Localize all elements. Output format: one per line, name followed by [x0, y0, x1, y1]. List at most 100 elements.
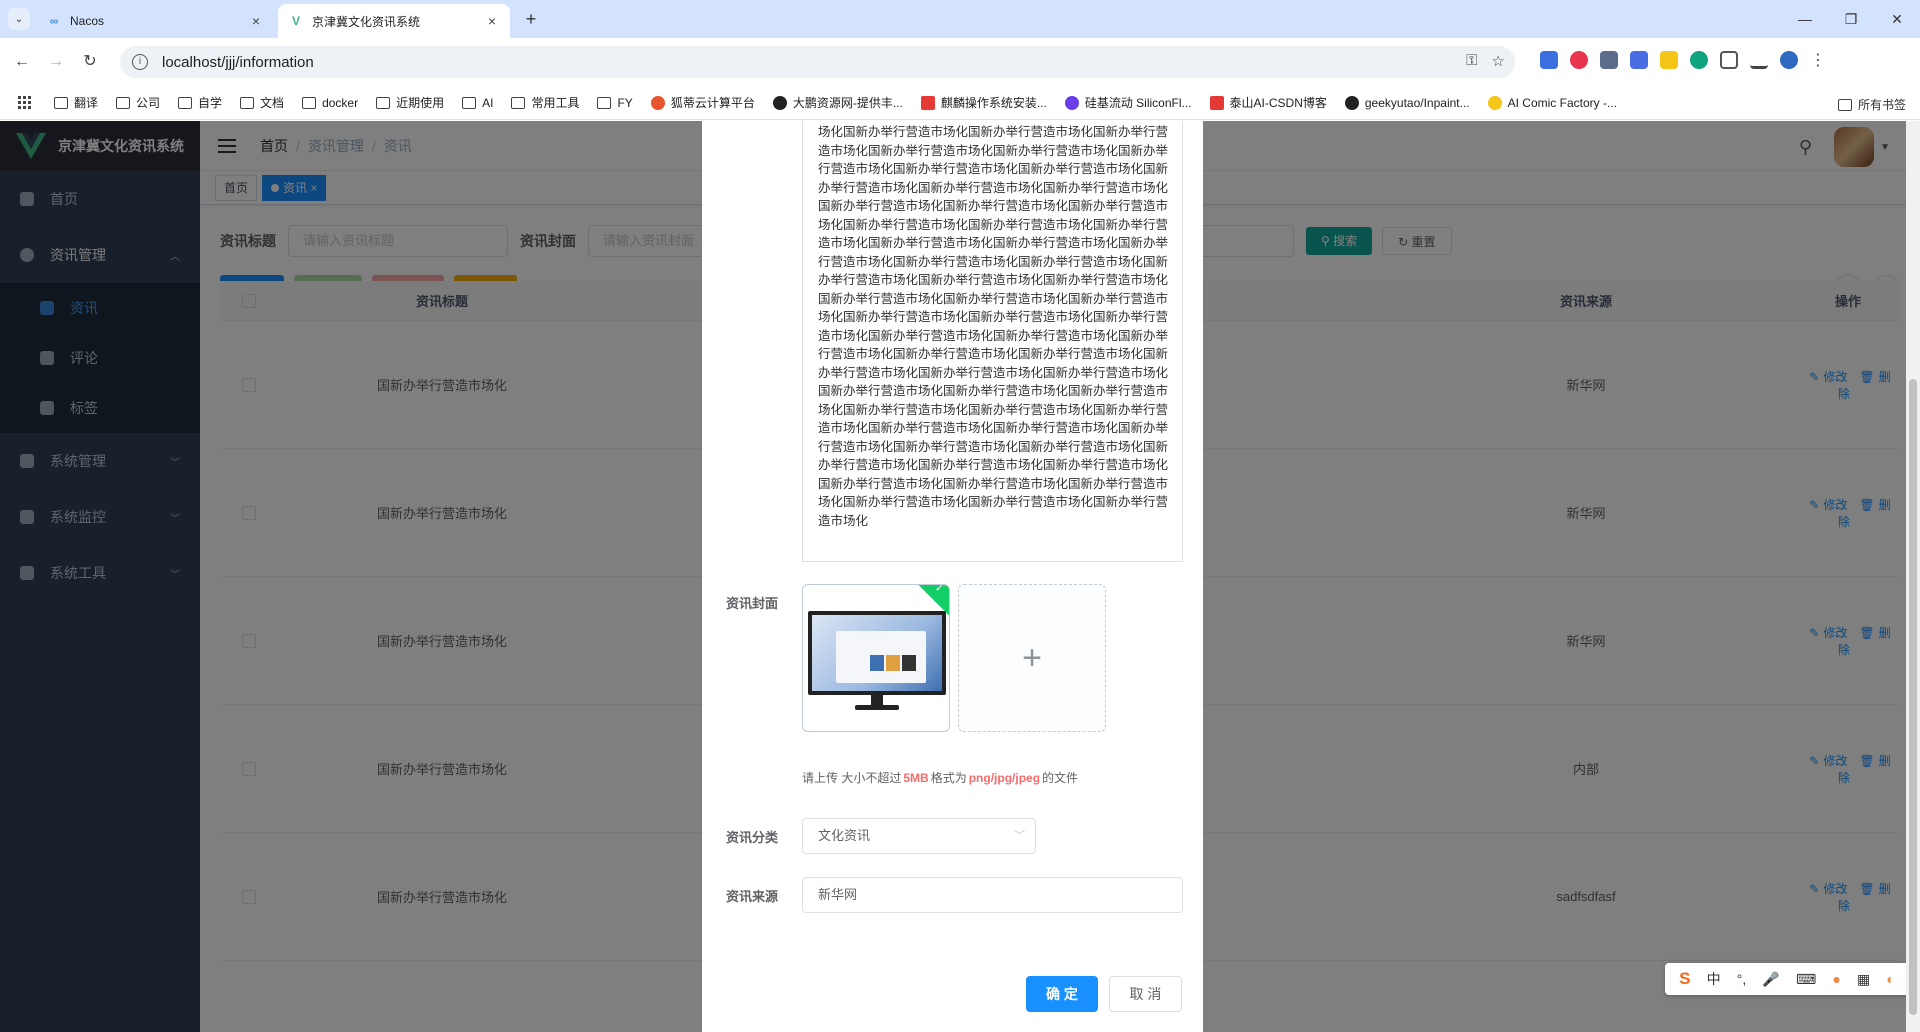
csdn-logo-icon — [1209, 95, 1224, 110]
extensions-row: ⋮ — [1540, 50, 1826, 70]
confirm-button[interactable]: 确 定 — [1026, 976, 1098, 1012]
bookmark-link[interactable]: 大鹏资源网-提供丰... — [772, 94, 903, 111]
category-select[interactable]: 文化资讯 ﹀ — [802, 818, 1036, 854]
bookmark-folder[interactable]: 文档 — [240, 94, 284, 111]
extension-jh-icon[interactable] — [1630, 51, 1648, 69]
bookmark-folder[interactable]: 自学 — [178, 94, 222, 111]
extension-shield-icon[interactable] — [1570, 51, 1588, 69]
window-controls: — ❐ ✕ — [1782, 0, 1920, 38]
bookmark-folder[interactable]: 公司 — [116, 94, 160, 111]
reload-icon[interactable]: ↻ — [78, 50, 102, 74]
dapeng-logo-icon — [772, 95, 787, 110]
back-icon[interactable]: ← — [10, 50, 34, 74]
uploaded-cover-thumbnail[interactable]: ✓ — [802, 584, 950, 732]
source-field-label: 资讯来源 — [726, 889, 779, 904]
tab-search-button[interactable]: ⌄ — [8, 8, 30, 30]
folder-icon — [54, 96, 68, 109]
bookmark-link[interactable]: 狐蒂云计算平台 — [650, 94, 755, 111]
category-field-label: 资讯分类 — [726, 830, 779, 845]
content-textarea[interactable]: 场化国新办举行营造市场化国新办举行营造市场化国新办举行营造市场化国新办举行营造市… — [802, 121, 1183, 562]
bookmark-folder[interactable]: 翻译 — [54, 94, 98, 111]
tab-title: 京津冀文化资讯系统 — [312, 14, 421, 29]
csdn-logo-icon — [920, 95, 935, 110]
minimize-icon[interactable]: — — [1782, 0, 1828, 38]
profile-avatar-icon[interactable] — [1780, 51, 1798, 69]
cancel-button[interactable]: 取 消 — [1109, 976, 1182, 1012]
sogou-logo-icon[interactable]: S — [1679, 969, 1690, 989]
app-root: 京津冀文化资讯系统 首页 资讯管理 ︿ 资讯 评论 标签 — [0, 121, 1920, 1032]
upload-tip: 请上传 大小不超过 5MB 格式为 png/jpg/jpeg 的文件 — [802, 771, 1079, 785]
github-logo-icon — [1344, 95, 1359, 110]
bookmark-link[interactable]: 硅基流动 SiliconFl... — [1064, 94, 1192, 111]
browser-tab-bar: ⌄ ∞ Nacos × V 京津冀文化资讯系统 × + — ❐ ✕ — [0, 0, 1920, 38]
url-bar[interactable]: i localhost/jjj/information ⚿ ☆ — [120, 46, 1515, 78]
folder-icon — [511, 96, 526, 109]
tab-title: Nacos — [70, 14, 105, 28]
siliconflow-logo-icon — [1064, 95, 1079, 110]
bookmark-link[interactable]: 麒麟操作系统安装... — [920, 94, 1047, 111]
folder-icon — [462, 96, 477, 109]
close-window-icon[interactable]: ✕ — [1874, 0, 1920, 38]
folder-icon — [597, 96, 612, 109]
keyboard-icon[interactable]: ⌨ — [1796, 971, 1816, 988]
browser-menu-icon[interactable]: ⋮ — [1810, 50, 1826, 70]
site-info-icon[interactable]: i — [132, 54, 148, 70]
bookmarks-bar: 翻译 公司 自学 文档 docker 近期使用 AI 常用工具 FY 狐蒂云计算… — [0, 86, 1920, 120]
plus-icon: + — [1022, 638, 1042, 677]
vue-favicon-icon: V — [291, 14, 300, 28]
scrollbar-thumb[interactable] — [1909, 379, 1917, 1015]
bookmark-link[interactable]: geekyutao/Inpaint... — [1344, 95, 1470, 110]
grid-menu-icon[interactable]: ▦ — [1857, 971, 1870, 988]
bookmark-folder[interactable]: 近期使用 — [376, 94, 444, 111]
extension-tool-icon[interactable] — [1600, 51, 1618, 69]
nacos-favicon-icon: ∞ — [49, 14, 59, 28]
ime-toolbar: S 中 °, 🎤 ⌨ ● ▦ ◐ — [1665, 963, 1909, 995]
page-scrollbar[interactable] — [1906, 121, 1920, 1032]
bookmark-link[interactable]: AI Comic Factory -... — [1487, 95, 1617, 110]
folder-icon — [240, 96, 255, 109]
close-tab-icon[interactable]: × — [484, 13, 500, 29]
chevron-down-icon: ﹀ — [1014, 830, 1025, 842]
check-icon: ✓ — [934, 584, 945, 595]
download-icon[interactable] — [1750, 51, 1768, 69]
huggingface-logo-icon — [1487, 95, 1502, 110]
browser-tab-active[interactable]: V 京津冀文化资讯系统 × — [278, 4, 510, 38]
extension-chart-icon[interactable] — [1540, 51, 1558, 69]
folder-icon — [178, 96, 193, 109]
cover-field-label: 资讯封面 — [726, 596, 779, 611]
source-input[interactable]: 新华网 — [802, 877, 1183, 913]
bookmark-link[interactable]: 泰山AI-CSDN博客 — [1209, 94, 1327, 111]
password-key-icon[interactable]: ⚿ — [1466, 52, 1477, 70]
mascot-icon[interactable]: ◐ — [1886, 971, 1894, 987]
address-bar-row: ← → ↻ i localhost/jjj/information ⚿ ☆ ⋮ — [0, 38, 1920, 86]
folder-icon — [376, 96, 391, 109]
upload-add-button[interactable]: + — [958, 584, 1106, 732]
bookmark-folder[interactable]: AI — [462, 96, 493, 110]
restore-icon[interactable]: ❐ — [1828, 0, 1874, 38]
hudi-logo-icon — [650, 95, 665, 110]
extensions-puzzle-icon[interactable] — [1720, 51, 1738, 69]
content-text: 场化国新办举行营造市场化国新办举行营造市场化国新办举行营造市场化国新办举行营造市… — [818, 125, 1169, 528]
bookmark-folder[interactable]: FY — [597, 96, 633, 110]
apps-grid-icon[interactable] — [18, 95, 32, 110]
extension-gpt-icon[interactable] — [1690, 51, 1708, 69]
microphone-icon[interactable]: 🎤 — [1762, 971, 1779, 988]
bookmark-folder[interactable]: 常用工具 — [511, 94, 579, 111]
ime-lang-toggle[interactable]: 中 — [1707, 969, 1721, 989]
forward-icon[interactable]: → — [44, 50, 68, 74]
folder-icon — [302, 96, 317, 109]
punctuation-icon[interactable]: °, — [1737, 971, 1747, 987]
folder-icon — [116, 96, 131, 109]
new-tab-button[interactable]: + — [520, 8, 542, 30]
monitor-image — [808, 611, 946, 695]
close-tab-icon[interactable]: × — [248, 13, 264, 29]
extension-duck-icon[interactable] — [1660, 51, 1678, 69]
folder-icon — [1837, 98, 1852, 111]
bookmark-star-icon[interactable]: ☆ — [1492, 52, 1505, 70]
skin-icon[interactable]: ● — [1832, 971, 1840, 987]
all-bookmarks[interactable]: 所有书签 — [1837, 96, 1906, 113]
edit-news-dialog: 场化国新办举行营造市场化国新办举行营造市场化国新办举行营造市场化国新办举行营造市… — [702, 121, 1203, 1032]
browser-tab-nacos[interactable]: ∞ Nacos × — [36, 4, 274, 38]
bookmark-folder[interactable]: docker — [302, 96, 358, 110]
url-text: localhost/jjj/information — [162, 53, 314, 71]
